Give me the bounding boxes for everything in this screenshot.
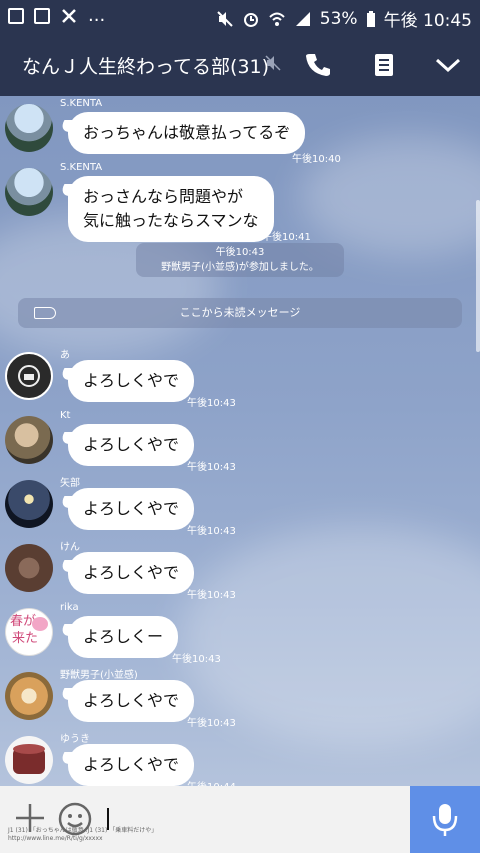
chat-area: S.KENTA おっちゃんは敬意払ってるぞ 午後10:40 S.KENTA おっ… — [0, 96, 480, 786]
message-row: 矢部 よろしくやで 午後10:43 — [0, 478, 480, 544]
phone-icon[interactable] — [302, 48, 336, 82]
message-row: S.KENTA おっちゃんは敬意払ってるぞ 午後10:40 — [0, 98, 480, 168]
message-bubble[interactable]: よろしくやで — [68, 360, 195, 402]
image-icon — [8, 8, 24, 24]
message-bubble[interactable]: よろしくやで — [68, 552, 195, 594]
tools-icon — [62, 9, 76, 23]
system-time: 午後10:43 — [215, 247, 265, 258]
avatar[interactable] — [5, 104, 53, 152]
avatar[interactable] — [5, 736, 53, 784]
message-row: ゆうき よろしくやで 午後10:44 — [0, 734, 480, 786]
avatar[interactable] — [5, 352, 53, 400]
message-bubble[interactable]: おっちゃんは敬意払ってるぞ — [68, 112, 306, 154]
avatar[interactable]: 春が 来た — [5, 608, 53, 656]
chat-title[interactable]: なんＪ人生終わってる部(31) — [22, 52, 269, 79]
unread-label: ここから未読メッセージ — [179, 306, 301, 319]
sender-name: S.KENTA — [60, 162, 103, 173]
avatar-text: 来た — [12, 631, 39, 646]
avatar[interactable] — [5, 544, 53, 592]
input-caption: J1 (31) 「おっちゃんは敬意..J1 (31) 「乗車料だけや」 http… — [8, 827, 157, 843]
message-time: 午後10:44 — [187, 778, 236, 786]
message-bubble[interactable]: よろしくやで — [68, 488, 195, 530]
message-time: 午後10:43 — [187, 526, 236, 537]
message-bubble[interactable]: よろしくやで — [68, 744, 195, 786]
mute-icon — [265, 55, 281, 71]
avatar[interactable] — [5, 168, 53, 216]
input-bar: J1 (31) 「おっちゃんは敬意..J1 (31) 「乗車料だけや」 http… — [0, 786, 480, 853]
sender-name: rika — [60, 602, 79, 613]
alarm-icon — [243, 12, 258, 27]
sender-name: ゆうき — [60, 734, 90, 745]
mute-icon — [217, 10, 233, 27]
document-icon — [34, 8, 50, 24]
message-bubble[interactable]: おっさんなら問題やが 気に触ったならスマンな — [68, 176, 274, 242]
message-row: S.KENTA おっさんなら問題やが 気に触ったならスマンな 午後10:41 — [0, 162, 480, 248]
sender-name: S.KENTA — [60, 98, 103, 109]
tag-icon — [34, 307, 56, 319]
signal-icon — [295, 11, 310, 26]
sender-name: けん — [60, 542, 80, 553]
message-bubble[interactable]: よろしくー — [68, 616, 179, 658]
sender-name: 矢部 — [60, 478, 80, 489]
message-time: 午後10:43 — [187, 398, 236, 409]
mic-icon — [432, 804, 458, 836]
status-bar: ... 53% 午後 10:45 — [0, 0, 480, 34]
message-time: 午後10:43 — [187, 590, 236, 601]
sender-name: Kt — [60, 410, 71, 421]
battery-icon — [366, 10, 375, 27]
status-dots: ... — [88, 5, 106, 26]
sender-name: 野獣男子(小並感) — [60, 670, 138, 681]
mic-button[interactable] — [410, 786, 480, 853]
message-row: 春が 来た rika よろしくー 午後10:43 — [0, 602, 480, 672]
message-bubble[interactable]: よろしくやで — [68, 424, 195, 466]
chevron-down-icon[interactable] — [431, 48, 465, 82]
wifi-icon — [269, 12, 285, 26]
message-bubble[interactable]: よろしくやで — [68, 680, 195, 722]
message-row: Kt よろしくやで 午後10:43 — [0, 410, 480, 480]
avatar[interactable] — [5, 672, 53, 720]
message-row: あ よろしくやで 午後10:43 — [0, 350, 480, 416]
notes-icon[interactable] — [367, 48, 401, 82]
chat-header: なんＪ人生終わってる部(31) — [0, 34, 480, 96]
caption-line2: http://www.line.me/R/ti/g/xxxxx — [8, 835, 103, 842]
clock: 午後 10:45 — [383, 11, 472, 31]
system-message: 午後10:43 野獣男子(小並感)が参加しました。 — [136, 243, 344, 277]
message-time: 午後10:40 — [292, 154, 341, 165]
unread-divider: ここから未読メッセージ — [18, 298, 462, 328]
message-time: 午後10:41 — [262, 232, 311, 243]
scrollbar[interactable] — [476, 200, 480, 352]
system-text: 野獣男子(小並感)が参加しました。 — [161, 262, 319, 273]
sender-name: あ — [60, 350, 70, 361]
message-time: 午後10:43 — [187, 718, 236, 729]
battery-percent: 53% — [319, 8, 358, 29]
caption-line1: J1 (31) 「おっちゃんは敬意..J1 (31) 「乗車料だけや」 — [8, 827, 158, 834]
message-row: 野獣男子(小並感) よろしくやで 午後10:43 — [0, 670, 480, 736]
avatar[interactable] — [5, 480, 53, 528]
avatar[interactable] — [5, 416, 53, 464]
message-time: 午後10:43 — [187, 462, 236, 473]
message-time: 午後10:43 — [172, 654, 221, 665]
message-row: けん よろしくやで 午後10:43 — [0, 542, 480, 608]
